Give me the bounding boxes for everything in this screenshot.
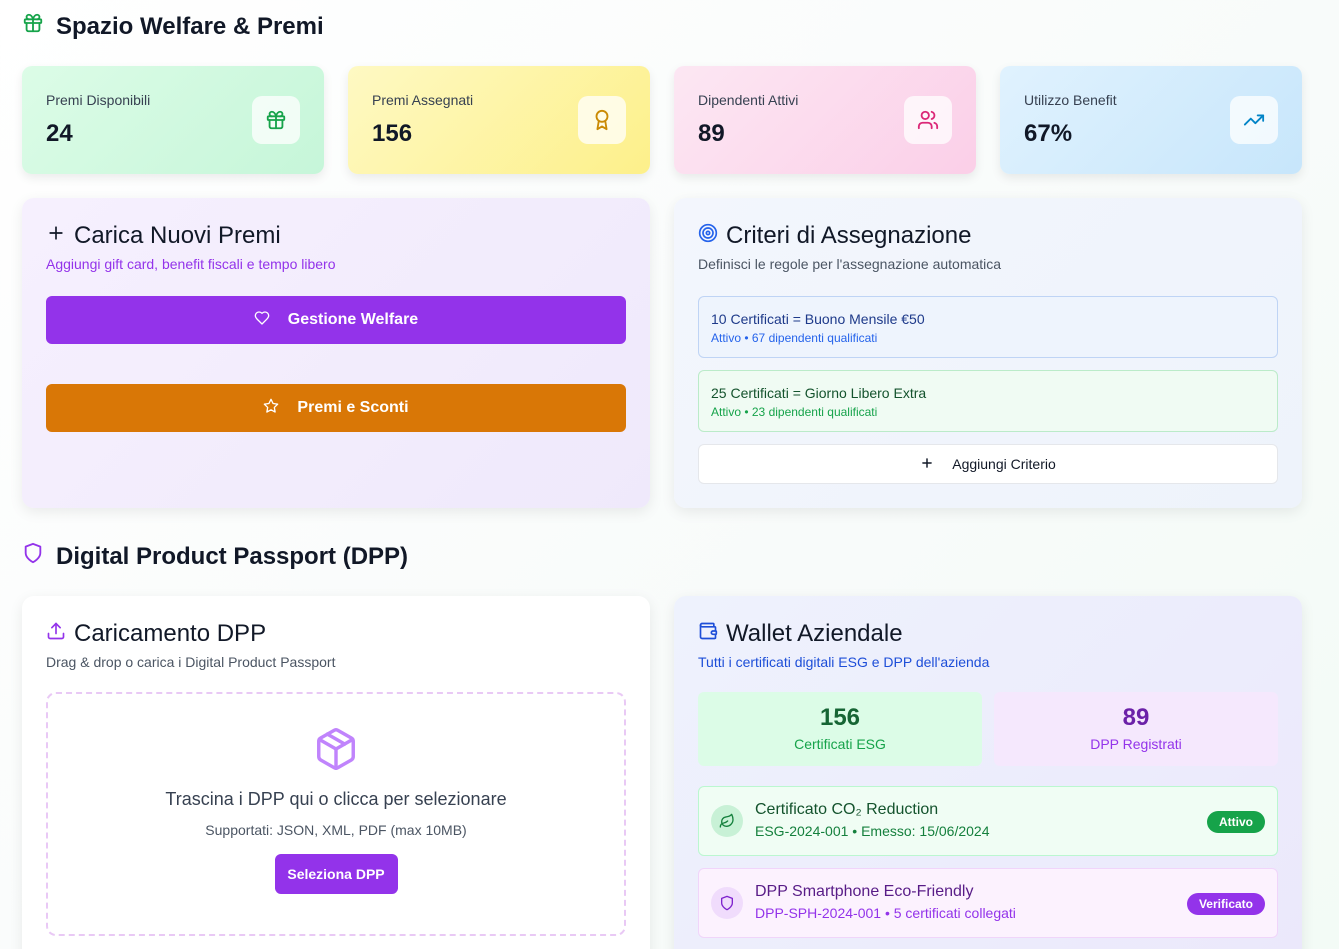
welfare-section-title: Spazio Welfare & Premi (22, 12, 324, 41)
wallet-item[interactable]: Certificato CO₂ Reduction ESG-2024-001 •… (698, 786, 1278, 856)
card-title: Wallet Aziendale (698, 620, 1278, 648)
plus-icon (46, 222, 66, 250)
wallet-icon (698, 620, 718, 648)
gift-icon (22, 12, 44, 41)
dpp-upload-card: Caricamento DPP Drag & drop o carica i D… (22, 596, 650, 949)
award-icon (578, 96, 626, 144)
wallet-item-meta: ESG-2024-001 • Emesso: 15/06/2024 (755, 823, 990, 839)
stat-card-dipendenti-attivi: Dipendenti Attivi 89 (674, 66, 976, 174)
criterion-title: 10 Certificati = Buono Mensile €50 (711, 311, 925, 327)
wallet-item-title: Certificato CO₂ Reduction (755, 801, 939, 818)
users-icon (904, 96, 952, 144)
dpp-dropzone[interactable]: Trascina i DPP qui o clicca per selezion… (46, 692, 626, 936)
criterion-item[interactable]: 10 Certificati = Buono Mensile €50 Attiv… (698, 296, 1278, 358)
shield-icon (22, 542, 44, 571)
esg-count: 156 (819, 704, 861, 731)
star-icon (263, 398, 279, 419)
shield-icon (711, 887, 743, 919)
supported-formats: Supportati: JSON, XML, PDF (max 10MB) (205, 822, 467, 838)
card-subtitle: Drag & drop o carica i Digital Product P… (46, 654, 336, 670)
trending-up-icon (1230, 96, 1278, 144)
wallet-card: Wallet Aziendale Tutti i certificati dig… (674, 596, 1302, 949)
criteria-card: Criteri di Assegnazione Definisci le reg… (674, 198, 1302, 508)
criterion-title: 25 Certificati = Giorno Libero Extra (711, 385, 927, 401)
esg-count-tile: 156 Certificati ESG (698, 692, 982, 766)
status-badge: Verificato (1186, 893, 1265, 915)
stat-card-premi-disponibili: Premi Disponibili 24 (22, 66, 324, 174)
card-subtitle: Tutti i certificati digitali ESG e DPP d… (698, 654, 990, 670)
criterion-item[interactable]: 25 Certificati = Giorno Libero Extra Att… (698, 370, 1278, 432)
criterion-status: Attivo • 23 dipendenti qualificati (711, 405, 878, 419)
gift-icon (252, 96, 300, 144)
dpp-count-label: DPP Registrati (1090, 736, 1182, 752)
card-title: Carica Nuovi Premi (46, 222, 626, 250)
status-badge: Attivo (1207, 811, 1265, 833)
criterion-status: Attivo • 67 dipendenti qualificati (711, 331, 878, 345)
card-subtitle: Aggiungi gift card, benefit fiscali e te… (46, 256, 336, 272)
upload-icon (46, 620, 66, 648)
add-criterion-button[interactable]: Aggiungi Criterio (698, 444, 1278, 484)
premi-sconti-button[interactable]: Premi e Sconti (46, 384, 626, 432)
plus-icon (920, 456, 934, 473)
wallet-item[interactable]: DPP Smartphone Eco-Friendly DPP-SPH-2024… (698, 868, 1278, 938)
heart-icon (254, 310, 270, 331)
target-icon (698, 222, 718, 250)
esg-count-label: Certificati ESG (794, 736, 886, 752)
select-dpp-button[interactable]: Seleziona DPP (274, 854, 398, 894)
dpp-count-tile: 89 DPP Registrati (994, 692, 1278, 766)
card-title: Caricamento DPP (46, 620, 626, 648)
leaf-icon (711, 805, 743, 837)
stat-card-premi-assegnati: Premi Assegnati 156 (348, 66, 650, 174)
gestione-welfare-button[interactable]: Gestione Welfare (46, 296, 626, 344)
drop-text: Trascina i DPP qui o clicca per selezion… (165, 789, 507, 809)
stat-card-utilizzo-benefit: Utilizzo Benefit 67% (1000, 66, 1302, 174)
card-subtitle: Definisci le regole per l'assegnazione a… (698, 256, 1002, 272)
package-icon (48, 726, 624, 777)
upload-rewards-card: Carica Nuovi Premi Aggiungi gift card, b… (22, 198, 650, 508)
card-title: Criteri di Assegnazione (698, 222, 1278, 250)
dpp-section-title: Digital Product Passport (DPP) (22, 542, 408, 571)
dpp-count: 89 (1122, 704, 1150, 731)
